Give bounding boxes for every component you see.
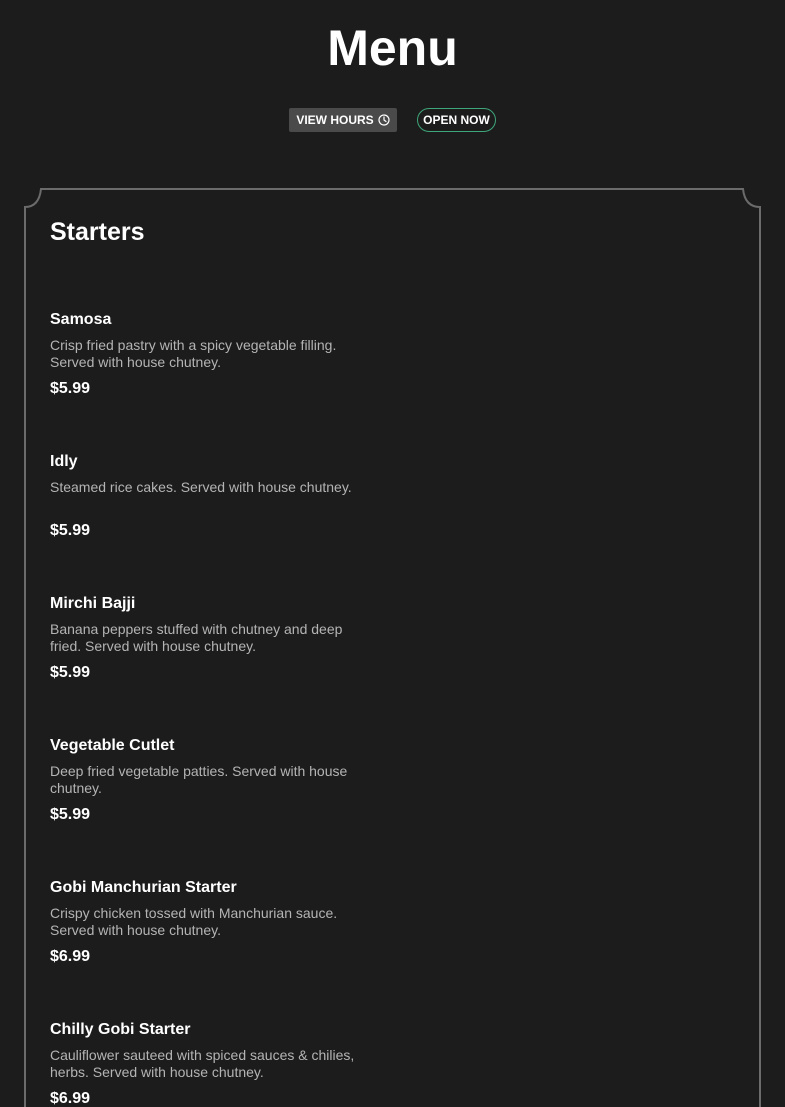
menu-item-description: Banana peppers stuffed with chutney and … [50,621,343,654]
view-hours-label: VIEW HOURS [296,113,374,127]
menu-item-name: Idly [50,453,78,470]
menu-item-name: Mirchi Bajji [50,595,136,612]
menu-item-name: Gobi Manchurian Starter [50,879,237,896]
menu-item-description: Cauliflower sauteed with spiced sauces &… [50,1047,355,1080]
menu-item-price: $5.99 [50,806,91,823]
menu-item-name: Vegetable Cutlet [50,737,175,754]
menu-item-name: Samosa [50,311,112,328]
menu-item-name: Chilly Gobi Starter [50,1021,191,1038]
menu-item-price: $5.99 [50,664,91,681]
menu-item-description: Crisp fried pastry with a spicy vegetabl… [50,337,337,370]
open-now-badge: OPEN NOW [417,108,496,132]
menu-item-price: $6.99 [50,1090,91,1107]
section-title-starters: Starters [50,218,145,246]
menu-item-price: $6.99 [50,948,91,965]
menu-item-price: $5.99 [50,380,91,397]
menu-item-description: Crispy chicken tossed with Manchurian sa… [50,905,338,938]
menu-item-price: $5.99 [50,522,91,539]
view-hours-button[interactable]: VIEW HOURS [289,108,397,132]
menu-item-description: Deep fried vegetable patties. Served wit… [50,763,348,796]
page-title: Menu [327,20,458,76]
menu-item-description: Steamed rice cakes. Served with house ch… [50,479,352,495]
clock-icon [378,114,390,126]
